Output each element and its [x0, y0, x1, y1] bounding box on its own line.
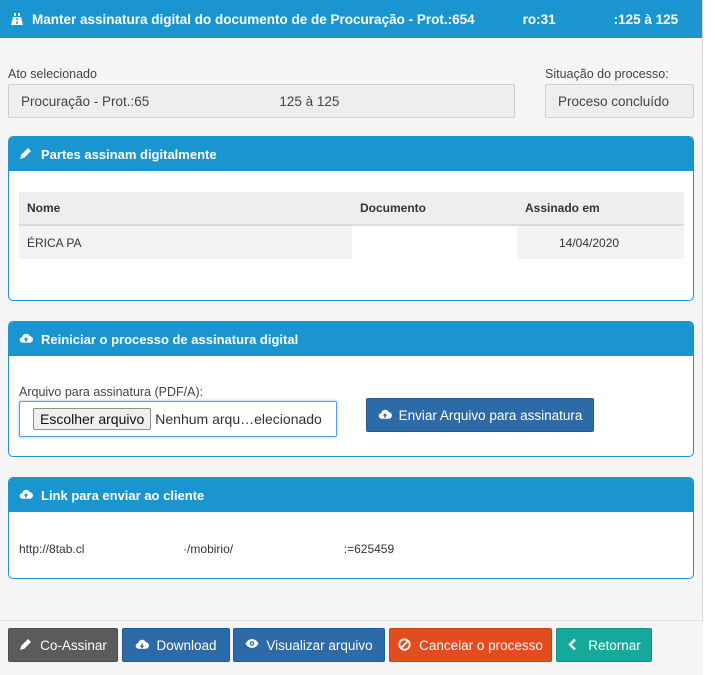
file-label: Arquivo para assinatura (PDF/A): — [19, 385, 204, 399]
cell-documento — [352, 225, 517, 259]
pencil-icon — [19, 638, 33, 652]
partes-panel-header: Partes assinam digitalmente — [9, 137, 693, 171]
link-panel-title: Link para enviar ao cliente — [41, 487, 205, 503]
client-link-part3: :=625459 — [343, 542, 395, 556]
modal-title-part2: ro:31 — [522, 11, 556, 27]
ato-field: Procuração - Prot.:65 125 à 125 — [8, 84, 515, 118]
co-assinar-button[interactable]: Co-Assinar — [8, 628, 118, 662]
situacao-field: Proceso concluído — [545, 84, 694, 118]
download-label: Download — [156, 637, 217, 653]
co-assinar-label: Co-Assinar — [40, 637, 107, 653]
cloud-upload-icon — [19, 332, 33, 346]
link-panel: Link para enviar ao cliente http://8tab.… — [8, 477, 694, 579]
ato-value-left: Procuração - Prot.:65 — [21, 93, 150, 109]
modal-footer: Co-Assinar Download Visualizar arquivo C… — [0, 620, 703, 675]
modal-title-part1: Manter assinatura digital do documento d… — [32, 11, 475, 27]
cell-nome: ÉRICA PA — [19, 225, 352, 259]
visualizar-button[interactable]: Visualizar arquivo — [233, 628, 385, 662]
column-header-nome: Nome — [19, 192, 352, 226]
reiniciar-panel-title: Reiniciar o processo de assinatura digit… — [41, 331, 299, 347]
cancelar-button[interactable]: Cancelar o processo — [389, 628, 552, 662]
send-file-label: Enviar Arquivo para assinatura — [398, 407, 583, 423]
signers-table: Nome Documento Assinado em ÉRICA PA 14/0… — [19, 192, 684, 259]
pencil-icon — [19, 147, 33, 161]
situacao-label: Situação do processo: — [545, 67, 669, 81]
partes-panel-title: Partes assinam digitalmente — [41, 146, 217, 162]
send-file-button[interactable]: Enviar Arquivo para assinatura — [366, 398, 594, 432]
client-link-part2: ·/mobirio/ — [183, 542, 234, 556]
file-input[interactable]: Escolher arquivo Nenhum arqu…elecionado — [19, 401, 337, 437]
client-link[interactable]: http://8tab.cl ·/mobirio/ :=625459 — [19, 542, 394, 556]
column-header-assinado-em: Assinado em — [517, 192, 684, 226]
retornar-button[interactable]: Retornar — [556, 628, 652, 662]
ato-value-right: 125 à 125 — [279, 93, 340, 109]
retornar-label: Retornar — [588, 637, 641, 653]
eye-icon — [245, 638, 259, 652]
visualizar-label: Visualizar arquivo — [266, 637, 373, 653]
link-panel-header: Link para enviar ao cliente — [9, 478, 693, 512]
cloud-upload-icon — [378, 408, 392, 422]
cell-assinado-em: 14/04/2020 — [517, 225, 684, 259]
cloud-download-icon — [135, 638, 150, 652]
modal-header: Manter assinatura digital do documento d… — [0, 0, 702, 38]
choose-file-button[interactable]: Escolher arquivo — [33, 408, 152, 430]
download-button[interactable]: Download — [122, 628, 230, 662]
ato-label: Ato selecionado — [8, 67, 97, 81]
file-status: Nenhum arqu…elecionado — [155, 411, 322, 427]
column-header-documento: Documento — [352, 192, 517, 226]
cloud-upload-icon — [19, 488, 33, 502]
ban-icon — [398, 638, 412, 652]
reiniciar-panel-header: Reiniciar o processo de assinatura digit… — [9, 322, 693, 356]
reiniciar-panel: Reiniciar o processo de assinatura digit… — [8, 321, 694, 457]
signature-modal: Manter assinatura digital do documento d… — [0, 0, 703, 675]
chevron-left-icon — [567, 638, 581, 652]
cancelar-label: Cancelar o processo — [419, 637, 543, 653]
table-row: ÉRICA PA 14/04/2020 — [19, 225, 684, 259]
modal-title-part3: :125 à 125 — [613, 11, 679, 27]
partes-panel: Partes assinam digitalmente Nome Documen… — [8, 136, 694, 301]
road-icon — [10, 12, 24, 26]
client-link-part1: http://8tab.cl — [19, 542, 85, 556]
